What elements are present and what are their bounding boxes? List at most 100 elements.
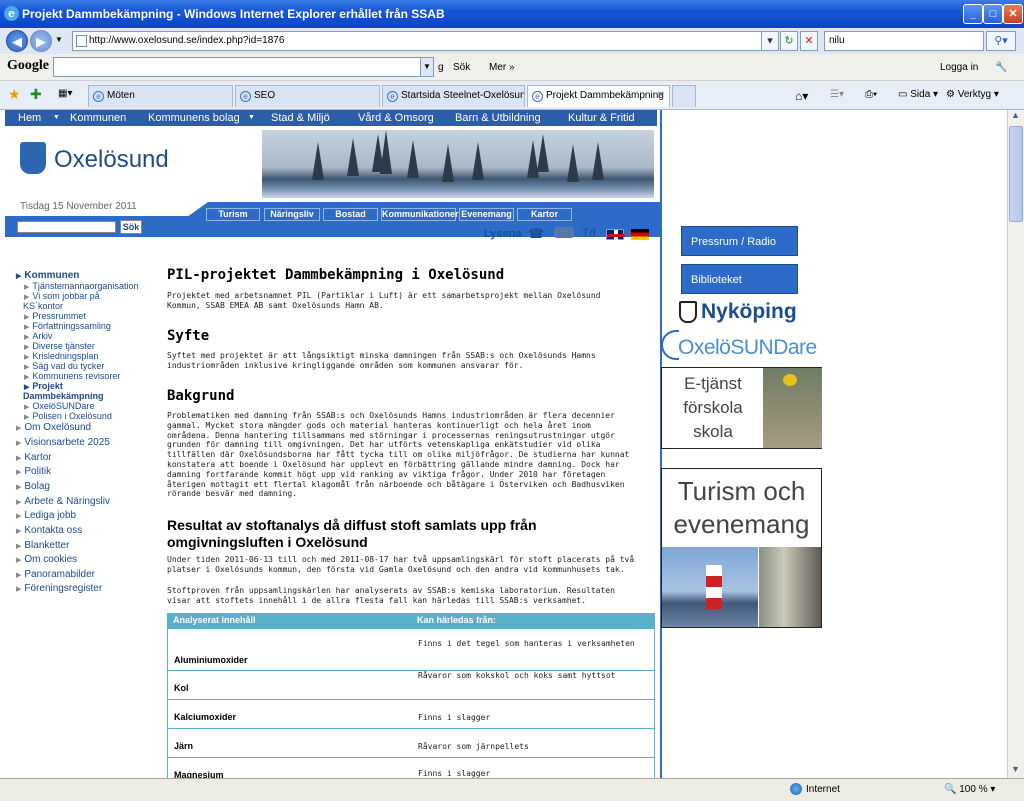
menu-item[interactable]: ▶ Bolag [16,481,50,492]
login-button[interactable]: Logga in [940,62,978,73]
menu-sub-item[interactable]: ▶ Säg vad du tycker [24,361,104,371]
page-menu[interactable]: ▭ Sida ▾ [898,89,938,100]
search-icon[interactable]: ⚲▾ [986,31,1016,51]
menu-sub-item[interactable]: ▶ Diverse tjänster [24,341,95,351]
menu-item[interactable]: ▶ Visionsarbete 2025 [16,437,110,448]
menu-sub-item[interactable]: ▶ Arkiv [24,331,52,341]
add-favorite-icon[interactable]: ✚ [30,86,42,103]
menu-item[interactable]: ▶ Om Oxelösund [16,422,91,433]
address-input[interactable]: http://www.oxelosund.se/index.php?id=187… [72,31,777,51]
google-search-button[interactable]: Sök [453,62,470,73]
close-tab-icon[interactable]: ✕ [657,86,665,106]
vertical-scrollbar[interactable]: ▲ ▼ [1007,110,1024,778]
biblioteket-button[interactable]: Biblioteket [681,264,798,294]
nav-dropdown-icon[interactable]: ▼ [53,114,60,121]
nav-bolag[interactable]: Kommunens bolag [148,112,240,124]
nav-dropdown-icon[interactable]: ▼ [248,114,255,121]
subnav-bostad[interactable]: Bostad [323,208,378,221]
menu-sub-item[interactable]: ▶ Polisen i Oxelösund [24,411,112,421]
new-tab-button[interactable] [672,85,696,107]
nav-kommunen[interactable]: Kommunen [70,112,126,124]
german-flag-icon[interactable] [631,229,649,240]
subnav-kommunikationer[interactable]: Kommunikationer [381,208,459,221]
table-cell: Råvaror som kokskol och koks samt hyttso… [418,671,616,680]
lighthouse-photo [662,547,758,627]
site-search-input[interactable] [17,221,116,233]
menu-projekt-active-cont[interactable]: Dammbekämpning [23,391,104,401]
address-dropdown-icon[interactable]: ▾ [761,31,779,51]
arrow-icon: ▶ [24,334,30,341]
site-search-button[interactable]: Sök [120,220,142,234]
nav-kultur[interactable]: Kultur & Fritid [568,112,635,124]
menu-item[interactable]: ▶ Blanketter [16,540,69,551]
tab-moten[interactable]: e Möten [88,85,233,107]
menu-sub-item[interactable]: ▶ Kommunens revisorer [24,371,120,381]
google-dropdown-icon[interactable]: ▼ [420,57,434,77]
nav-vard[interactable]: Vård & Omsorg [358,112,434,124]
menu-sub-item-cont[interactable]: KS`kontor [23,301,63,311]
arrow-icon: ▶ [24,354,30,361]
oxelosundare-link[interactable]: OxelöSUNDare [678,336,817,360]
minimize-button[interactable]: _ [963,4,983,24]
menu-item[interactable]: ▶ Kontakta oss [16,525,82,536]
menu-item[interactable]: ▶ Politik [16,466,51,477]
arrow-icon: ▶ [24,414,30,421]
wrench-icon[interactable]: 🔧 [995,62,1007,73]
search-input[interactable]: nilu [824,31,984,51]
favorites-star-icon[interactable]: ★ [8,86,21,103]
home-icon[interactable]: ⌂▾ [795,89,808,103]
tab-seo[interactable]: e SEO [235,85,380,107]
tools-menu[interactable]: ⚙ Verktyg ▾ [946,89,999,100]
text-size-toggle[interactable]: T/t [582,226,596,240]
menu-item[interactable]: ▶ Arbete & Näringsliv [16,496,110,507]
lyssna-link[interactable]: Lyssna [484,228,522,240]
menu-item[interactable]: ▶ Panoramabilder [16,569,95,580]
nav-barn[interactable]: Barn & Utbildning [455,112,541,124]
nykoping-link[interactable]: Nyköping [701,300,797,324]
back-button[interactable]: ◀ [6,30,28,52]
tab-startsida[interactable]: e Startsida Steelnet-Oxelösund [382,85,525,107]
forward-button[interactable]: ▶ [30,30,52,52]
subnav-naringsliv[interactable]: Näringsliv [264,208,320,221]
close-button[interactable]: ✕ [1003,4,1023,24]
menu-sub-item[interactable]: ▶ Pressrummet [24,311,86,321]
print-icon[interactable]: ⎙▾ [865,89,877,100]
google-search-input[interactable] [53,57,433,77]
menu-sub-item[interactable]: ▶ Tjänstemannaorganisation [24,281,138,291]
subnav-turism[interactable]: Turism [206,208,260,221]
menu-sub-item[interactable]: ▶ Författningssamling [24,321,111,331]
tab-projekt[interactable]: e Projekt Dammbekämpning ✕ [527,85,670,107]
stop-icon[interactable]: ✕ [800,31,818,51]
subnav-evenemang[interactable]: Evenemang [459,208,514,221]
more-button[interactable]: Mer » [489,62,515,73]
history-dropdown-icon[interactable]: ▼ [55,35,63,44]
menu-item[interactable]: ▶ Kartor [16,452,52,463]
scrollbar-thumb[interactable] [1009,126,1023,222]
maximize-button[interactable]: □ [983,4,1003,24]
phone-icon[interactable]: ☎ [528,226,544,242]
refresh-icon[interactable]: ↻ [780,31,798,51]
scroll-down-icon[interactable]: ▼ [1011,764,1020,774]
turism-banner[interactable]: Turism och evenemang [661,468,822,628]
english-flag-icon[interactable] [606,229,625,241]
menu-item[interactable]: ▶ Om cookies [16,554,77,565]
menu-kommunen[interactable]: ▶ Kommunen [16,270,79,281]
menu-sub-item[interactable]: ▶ Vi som jobbar på [24,291,100,301]
quick-tabs-icon[interactable]: ▦▾ [58,88,72,99]
menu-projekt-active[interactable]: ▶ Projekt [24,381,63,391]
etjanst-banner[interactable]: E-tjänst förskola skola [661,367,822,449]
scroll-up-icon[interactable]: ▲ [1011,110,1020,120]
menu-sub-item[interactable]: ▶ OxelöSUNDare [24,401,94,411]
feeds-icon[interactable]: ☰▾ [830,89,844,100]
mail-icon[interactable] [554,227,574,238]
arrow-icon: ▶ [16,513,22,520]
nav-stad[interactable]: Stad & Miljö [271,112,330,124]
subnav-kartor[interactable]: Kartor [517,208,572,221]
nav-hem[interactable]: Hem [18,112,41,124]
menu-sub-item[interactable]: ▶ Krisledningsplan [24,351,98,361]
menu-item[interactable]: ▶ Föreningsregister [16,583,102,594]
zoom-control[interactable]: 🔍 100 % ▾ [944,784,995,795]
pressrum-button[interactable]: Pressrum / Radio [681,226,798,256]
menu-item[interactable]: ▶ Lediga jobb [16,510,76,521]
arrow-icon: ▶ [24,324,30,331]
